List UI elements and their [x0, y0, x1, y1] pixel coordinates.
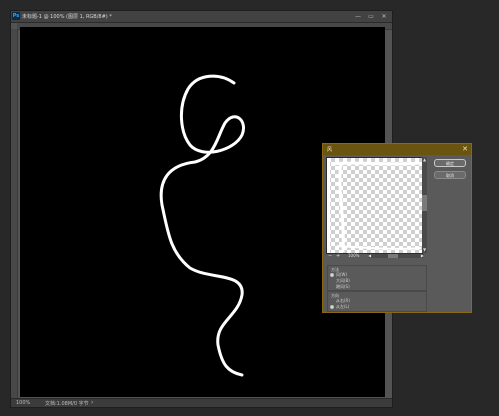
- preview-drawing: [327, 161, 422, 253]
- preview-horizontal-scrollbar[interactable]: ◀ ▶: [368, 253, 424, 258]
- radio-icon[interactable]: [330, 273, 334, 277]
- vertical-ruler[interactable]: [11, 29, 18, 399]
- document-title: 未标题-1 @ 100% (图层 1, RGB/8#) *: [22, 14, 112, 20]
- maximize-button[interactable]: ▭: [365, 12, 377, 21]
- scroll-left-icon[interactable]: ◀: [368, 253, 371, 258]
- hscroll-thumb[interactable]: [388, 254, 398, 258]
- photoshop-logo-icon: Ps: [12, 12, 20, 20]
- zoom-out-button[interactable]: −: [328, 253, 332, 259]
- radio-icon[interactable]: [330, 305, 334, 309]
- preview-vertical-scrollbar[interactable]: ▲ ▼: [422, 157, 427, 253]
- scroll-right-icon[interactable]: ▶: [421, 253, 424, 258]
- dialog-close-button[interactable]: ✕: [462, 145, 468, 153]
- direction-option-left[interactable]: 从左(L): [330, 304, 349, 310]
- filter-preview[interactable]: [326, 157, 423, 254]
- direction-group: 方向 从右(R) 从左(L): [327, 291, 427, 312]
- status-menu-arrow-icon[interactable]: ›: [91, 399, 93, 406]
- preview-zoom-level: 100%: [348, 253, 360, 258]
- status-bar: 100% 文档:1.08M/0 字节 ›: [11, 398, 392, 407]
- preview-stroke-left: [338, 161, 345, 253]
- method-option-stagger[interactable]: 飓风(S): [336, 284, 350, 290]
- preview-stroke-bottom: [336, 245, 422, 250]
- dialog-title: 风: [327, 147, 333, 153]
- zoom-in-button[interactable]: +: [336, 253, 340, 259]
- document-info[interactable]: 文档:1.08M/0 字节: [45, 400, 89, 407]
- close-button[interactable]: ✕: [378, 12, 390, 21]
- method-group: 方法 风(W) 大风(B) 飓风(S): [327, 265, 427, 291]
- preview-edge: [327, 162, 330, 253]
- ok-button[interactable]: 确定: [434, 159, 466, 167]
- white-curve-stroke: [159, 74, 245, 377]
- preview-controls: − + 100% ◀ ▶: [326, 253, 427, 259]
- preview-stroke-top: [330, 161, 420, 166]
- dialog-titlebar[interactable]: 风 ✕: [323, 144, 471, 155]
- scroll-up-icon[interactable]: ▲: [422, 157, 427, 163]
- wind-filter-dialog: 风 ✕ ▲ ▼ − + 100% ◀ ▶ 确定 取消 方法 风(W) 大风(B): [322, 143, 472, 313]
- zoom-level[interactable]: 100%: [16, 400, 30, 406]
- minimize-button[interactable]: —: [352, 12, 364, 21]
- cancel-button[interactable]: 取消: [434, 171, 466, 179]
- scroll-thumb[interactable]: [422, 195, 427, 211]
- document-tab[interactable]: Ps 未标题-1 @ 100% (图层 1, RGB/8#) * — ▭ ✕: [11, 11, 392, 23]
